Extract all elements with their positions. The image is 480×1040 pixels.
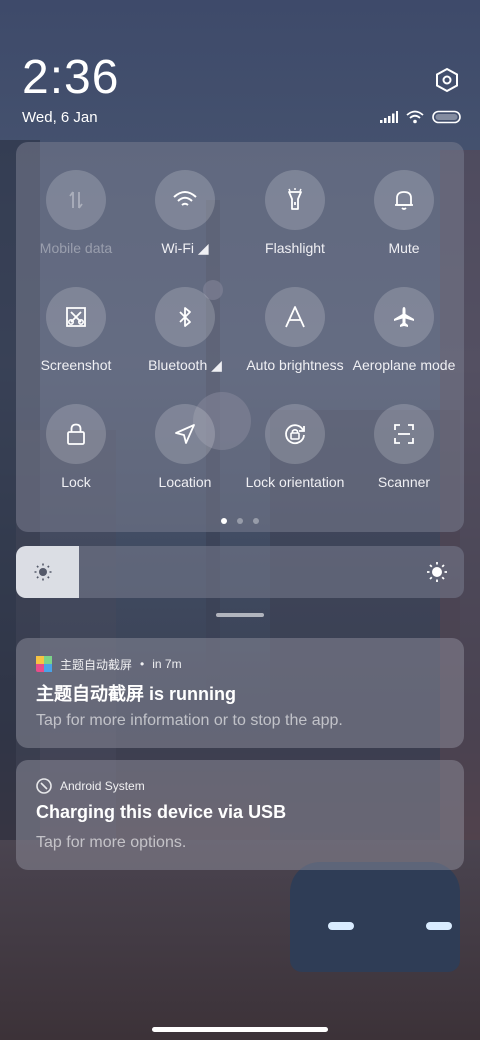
tile-label: Lock — [61, 474, 91, 490]
notification-header: Android System — [36, 778, 145, 794]
lock-icon — [67, 423, 85, 445]
car-image — [290, 862, 460, 972]
auto-brightness-icon — [285, 306, 305, 328]
date: Wed, 6 Jan — [22, 109, 98, 126]
bluetooth-icon — [179, 307, 191, 327]
page-dot — [237, 518, 243, 524]
tile-lock[interactable]: Lock — [21, 404, 131, 514]
page-dot-active — [221, 518, 227, 524]
android-system-icon — [36, 778, 52, 794]
clock: 2:36 — [22, 51, 120, 104]
notification-title: 主题自动截屏 is running — [36, 684, 236, 704]
location-icon — [175, 424, 195, 444]
expand-triangle-icon: ◢ — [197, 240, 209, 256]
brightness-slider[interactable] — [16, 546, 464, 598]
brightness-high-icon — [427, 562, 447, 582]
brightness-low-icon — [34, 563, 52, 581]
tile-lock-orientation[interactable]: Lock orientation — [240, 404, 350, 514]
notification-title: Charging this device via USB — [36, 802, 287, 822]
tile-label: Scanner — [377, 474, 431, 490]
tile-flashlight[interactable]: Flashlight — [240, 170, 350, 280]
tile-wifi[interactable]: Wi-Fi ◢ — [130, 170, 240, 280]
tile-label: Lock orientation — [245, 474, 345, 490]
page-indicator — [16, 518, 464, 524]
notification-card[interactable]: 主题自动截屏 • in 7m 主题自动截屏 is running Tap for… — [16, 638, 464, 748]
tile-mobile-data[interactable]: Mobile data — [21, 170, 131, 280]
tile-label: Mute — [388, 240, 420, 256]
notification-body: Tap for more information or to stop the … — [36, 712, 343, 729]
tile-mute[interactable]: Mute — [349, 170, 459, 280]
rotation-lock-icon — [285, 424, 305, 445]
flashlight-icon — [288, 188, 302, 210]
settings-hexagon-icon — [436, 67, 458, 93]
status-icons — [380, 110, 462, 124]
tile-bluetooth-circle[interactable] — [155, 287, 215, 347]
tile-lock-circle[interactable] — [46, 404, 106, 464]
mobile-data-icon — [69, 191, 83, 209]
theme-app-icon — [36, 656, 52, 672]
notification-card[interactable]: Android System Charging this device via … — [16, 760, 464, 870]
tile-screenshot[interactable]: Screenshot — [21, 287, 131, 397]
tile-location[interactable]: Location — [130, 404, 240, 514]
drag-handle[interactable] — [216, 613, 264, 617]
screenshot-icon — [66, 307, 86, 327]
settings-button[interactable] — [434, 67, 460, 93]
notification-header: 主题自动截屏 • in 7m — [36, 656, 182, 672]
notification-time: in 7m — [152, 657, 182, 671]
page-dot — [253, 518, 259, 524]
notification-app-name: 主题自动截屏 — [60, 657, 133, 672]
quick-settings-panel: Mobile data Wi-Fi ◢ Flashlight Mute Scre… — [16, 142, 464, 532]
tile-auto-brightness[interactable]: Auto brightness — [240, 287, 350, 397]
expand-triangle-icon: ◢ — [211, 357, 222, 373]
tile-label: Location — [158, 474, 212, 490]
tile-label: Mobile data — [39, 240, 113, 256]
tile-bluetooth[interactable]: Bluetooth ◢ — [130, 287, 240, 397]
tile-label: Wi-Fi ◢ — [161, 240, 209, 256]
notification-app-name: Android System — [60, 779, 145, 793]
tile-scanner[interactable]: Scanner — [349, 404, 459, 514]
tile-lock-orientation-circle[interactable] — [265, 404, 325, 464]
tile-label: Bluetooth ◢ — [148, 357, 222, 373]
tile-scanner-circle[interactable] — [374, 404, 434, 464]
home-indicator[interactable] — [152, 1027, 328, 1032]
airplane-icon — [394, 307, 414, 327]
tile-auto-brightness-circle[interactable] — [265, 287, 325, 347]
notification-separator: • — [140, 657, 145, 671]
battery-icon — [432, 110, 461, 124]
notification-body: Tap for more options. — [36, 834, 187, 851]
tile-mute-circle[interactable] — [374, 170, 434, 230]
tile-label: Aeroplane mode — [352, 357, 456, 373]
tile-label: Auto brightness — [246, 357, 344, 373]
tile-label: Flashlight — [265, 240, 325, 256]
tile-aeroplane-mode-circle[interactable] — [374, 287, 434, 347]
tile-label: Screenshot — [40, 357, 112, 373]
signal-icon — [380, 111, 398, 123]
tile-screenshot-circle[interactable] — [46, 287, 106, 347]
tile-flashlight-circle[interactable] — [265, 170, 325, 230]
scanner-icon — [394, 424, 414, 444]
wifi-icon — [173, 191, 197, 206]
wifi-status-icon — [406, 110, 424, 124]
tile-wifi-circle[interactable] — [155, 170, 215, 230]
bell-icon — [395, 191, 413, 210]
tile-mobile-data-circle[interactable] — [46, 170, 106, 230]
tile-aeroplane-mode[interactable]: Aeroplane mode — [349, 287, 459, 397]
tile-location-circle[interactable] — [155, 404, 215, 464]
